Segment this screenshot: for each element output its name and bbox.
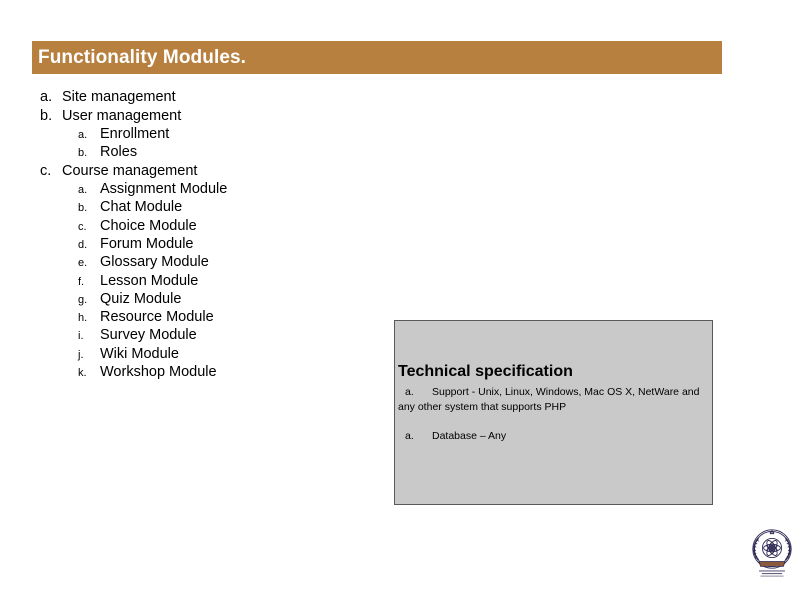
- list-marker: i.: [78, 330, 84, 343]
- page-title: Functionality Modules.: [38, 46, 247, 68]
- list-item: c. Course management: [36, 162, 366, 181]
- list-marker: j.: [78, 348, 84, 361]
- list-marker: c.: [78, 220, 87, 233]
- list-item: h. Resource Module: [36, 308, 366, 326]
- list-item-label: Glossary Module: [100, 254, 209, 271]
- list-item-label: Course management: [62, 162, 198, 179]
- spec-list-marker: a.: [405, 386, 414, 398]
- list-marker: k.: [78, 367, 87, 380]
- list-item: g. Quiz Module: [36, 290, 366, 308]
- list-item-label: Roles: [100, 144, 138, 161]
- spec-list-item: a. Support - Unix, Linux, Windows, Mac OS…: [398, 385, 708, 414]
- list-item: j. Wiki Module: [36, 345, 366, 363]
- list-item: b. Chat Module: [36, 198, 366, 216]
- list-item: e. Glossary Module: [36, 253, 366, 271]
- list-item-label: Assignment Module: [100, 181, 228, 198]
- list-item-label: Chat Module: [100, 199, 183, 216]
- list-marker: c.: [40, 162, 52, 179]
- list-marker: b.: [78, 147, 88, 160]
- list-item-label: Resource Module: [100, 309, 214, 326]
- functionality-modules-list: a. Site management b. User management a.…: [36, 88, 366, 381]
- spec-list-marker: a.: [405, 430, 414, 442]
- list-item-label: User management: [62, 107, 182, 124]
- list-item: a. Assignment Module: [36, 180, 366, 198]
- list-marker: f.: [78, 275, 85, 288]
- list-marker: a.: [78, 129, 88, 141]
- technical-specification-box: Technical specification a. Support - Unix…: [394, 320, 713, 505]
- list-item-label: Forum Module: [100, 235, 194, 252]
- list-item: b. User management: [36, 107, 366, 126]
- list-item: a. Enrollment: [36, 125, 366, 143]
- institution-seal-icon: [751, 527, 793, 579]
- spec-list-item: a. Database – Any: [398, 429, 708, 444]
- list-item: f. Lesson Module: [36, 272, 366, 290]
- spec-list-item-label: Database – Any: [432, 430, 507, 442]
- list-marker: a.: [40, 89, 53, 105]
- list-marker: h.: [78, 312, 88, 325]
- list-marker: a.: [78, 184, 88, 197]
- list-item-label: Survey Module: [100, 327, 197, 344]
- slide-title-bar: Functionality Modules.: [32, 41, 722, 74]
- list-marker: b.: [78, 202, 88, 215]
- list-item: b. Roles: [36, 143, 366, 161]
- list-item: d. Forum Module: [36, 235, 366, 253]
- list-item-label: Wiki Module: [100, 345, 179, 362]
- spec-list-item-label: Support - Unix, Linux, Windows, Mac OS X…: [398, 386, 700, 413]
- list-item-label: Choice Module: [100, 217, 197, 234]
- list-marker: d.: [78, 238, 88, 251]
- list-item-label: Lesson Module: [100, 272, 199, 289]
- technical-specification-heading: Technical specification: [398, 363, 573, 380]
- list-item-label: Workshop Module: [100, 364, 217, 381]
- list-item: i. Survey Module: [36, 326, 366, 344]
- list-item: c. Choice Module: [36, 217, 366, 235]
- list-marker: b.: [40, 107, 53, 124]
- list-item: a. Site management: [36, 88, 366, 107]
- list-item-label: Quiz Module: [100, 290, 182, 307]
- list-marker: e.: [78, 257, 88, 270]
- slide-canvas: Functionality Modules. a. Site managemen…: [0, 0, 800, 600]
- list-item-label: Enrollment: [100, 126, 170, 142]
- list-item-label: Site management: [62, 89, 176, 105]
- list-marker: g.: [78, 293, 88, 306]
- list-item: k. Workshop Module: [36, 363, 366, 381]
